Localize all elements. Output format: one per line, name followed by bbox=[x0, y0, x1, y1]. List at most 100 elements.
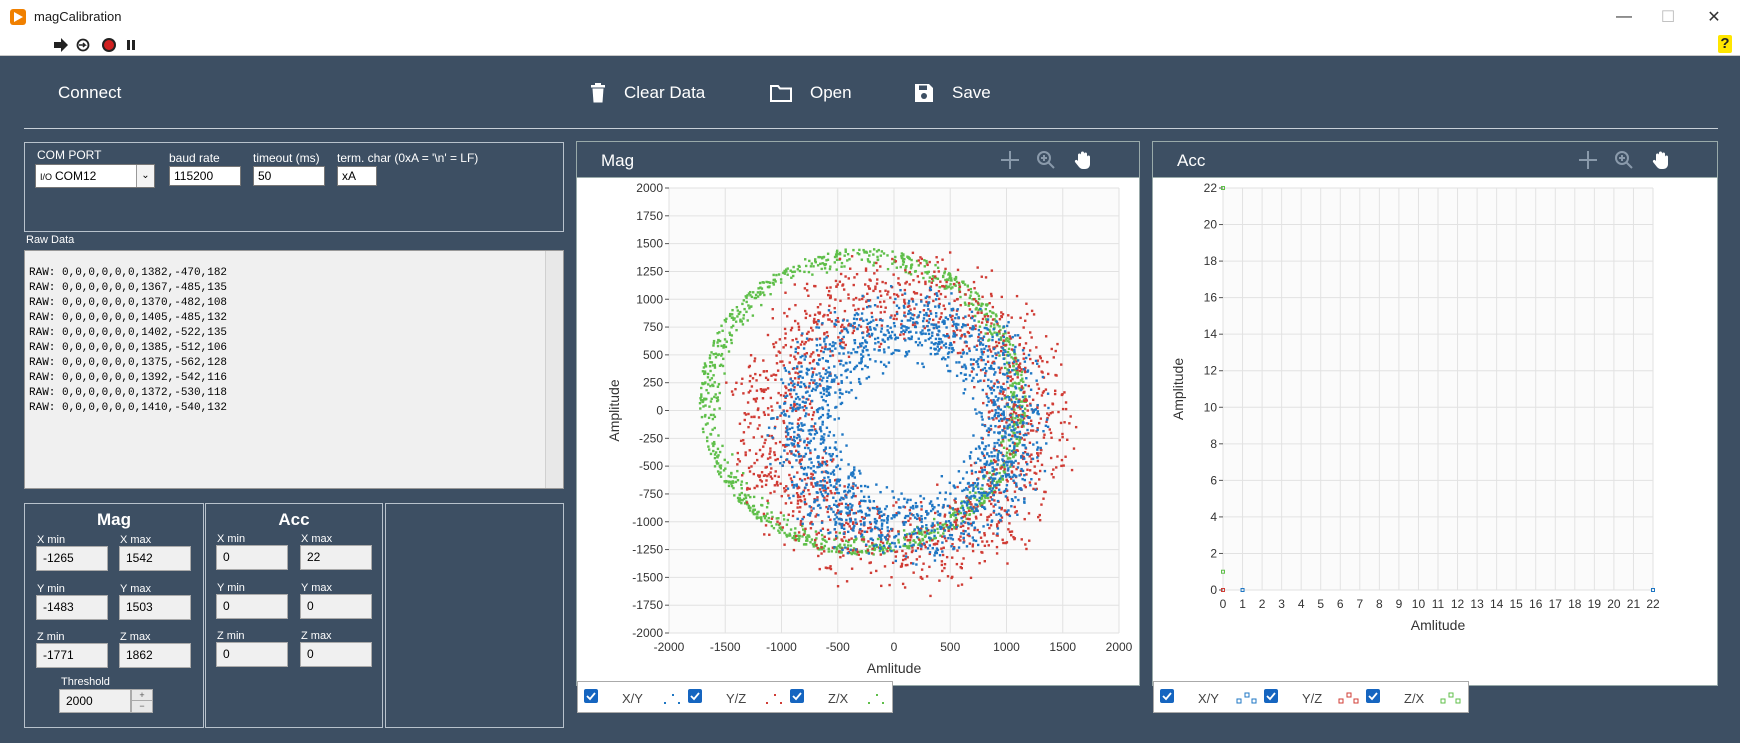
data-point bbox=[906, 319, 910, 322]
data-point bbox=[924, 510, 928, 513]
data-point bbox=[745, 300, 748, 304]
data-point bbox=[1020, 370, 1024, 374]
mag-ymax-input[interactable]: 1503 bbox=[119, 595, 191, 620]
run-arrow-icon[interactable] bbox=[52, 36, 70, 54]
data-point bbox=[981, 317, 985, 321]
zx-checkbox[interactable] bbox=[1366, 689, 1380, 703]
data-point bbox=[797, 362, 800, 365]
mag-zmin-input[interactable]: -1771 bbox=[36, 643, 108, 668]
data-point bbox=[1004, 541, 1007, 545]
connect-button[interactable]: Connect bbox=[58, 83, 121, 103]
maximize-button[interactable]: ☐ bbox=[1646, 0, 1690, 33]
data-point bbox=[813, 422, 817, 425]
data-point bbox=[717, 383, 721, 386]
data-point bbox=[821, 456, 824, 460]
yz-checkbox[interactable] bbox=[688, 689, 702, 703]
zoom-icon[interactable] bbox=[1035, 150, 1057, 170]
baud-rate-input[interactable]: 115200 bbox=[169, 166, 241, 186]
xy-checkbox[interactable] bbox=[584, 689, 598, 703]
data-point bbox=[782, 518, 786, 521]
acc-plot-area[interactable]: 0 1 2 3 4 5 6 7 8 9 10 11 12 13 14 15 16 17 18 19 20 21 222220… bbox=[1153, 178, 1717, 685]
minimize-button[interactable]: — bbox=[1602, 0, 1646, 33]
xy-checkbox[interactable] bbox=[1160, 689, 1174, 703]
data-point bbox=[972, 539, 975, 542]
data-point bbox=[987, 433, 990, 437]
raw-data-scrollbar[interactable] bbox=[545, 251, 563, 488]
yz-checkbox[interactable] bbox=[1264, 689, 1278, 703]
data-point bbox=[799, 343, 803, 346]
pan-hand-icon[interactable] bbox=[1072, 150, 1094, 170]
mag-zmax-input[interactable]: 1862 bbox=[119, 643, 191, 668]
data-point bbox=[945, 539, 948, 543]
crosshair-icon[interactable] bbox=[1577, 150, 1599, 170]
zoom-icon[interactable] bbox=[1613, 150, 1635, 170]
open-button[interactable]: Open bbox=[770, 83, 852, 103]
data-point bbox=[1007, 528, 1010, 531]
increment-icon[interactable]: + bbox=[132, 690, 152, 701]
data-point bbox=[846, 486, 850, 489]
data-point bbox=[864, 269, 868, 272]
mag-xmax-input[interactable]: 1542 bbox=[119, 546, 191, 571]
data-point bbox=[818, 503, 821, 507]
save-button[interactable]: Save bbox=[914, 83, 991, 103]
acc-zmin-input[interactable]: 0 bbox=[216, 642, 288, 667]
com-port-select[interactable]: I/O COM12 ⌄ bbox=[35, 164, 155, 188]
data-point bbox=[990, 380, 993, 383]
data-point bbox=[937, 333, 940, 337]
pan-hand-icon[interactable] bbox=[1650, 150, 1672, 170]
term-char-input[interactable]: xA bbox=[337, 166, 377, 186]
data-point bbox=[924, 546, 927, 549]
decrement-icon[interactable]: − bbox=[132, 701, 152, 712]
raw-data-textbox[interactable]: RAW: 0,0,0,0,0,0,1382,-470,182 RAW: 0,0,0… bbox=[24, 250, 564, 489]
mag-ymin-input[interactable]: -1483 bbox=[36, 595, 108, 620]
close-button[interactable]: ✕ bbox=[1692, 0, 1736, 33]
acc-ymin-input[interactable]: 0 bbox=[216, 594, 288, 619]
data-point bbox=[817, 513, 820, 517]
data-point bbox=[843, 543, 846, 547]
x-tick-label: 9 bbox=[1396, 597, 1403, 611]
data-point bbox=[920, 272, 924, 275]
data-point bbox=[992, 403, 995, 407]
timeout-input[interactable]: 50 bbox=[253, 166, 325, 186]
data-point bbox=[796, 268, 800, 271]
data-point bbox=[1036, 446, 1040, 449]
data-point bbox=[921, 539, 925, 542]
data-point bbox=[920, 344, 924, 347]
data-point bbox=[998, 371, 1002, 374]
data-point bbox=[975, 517, 978, 520]
data-point bbox=[912, 507, 915, 510]
data-point bbox=[1026, 463, 1029, 466]
run-continuously-icon[interactable] bbox=[74, 36, 92, 54]
zx-checkbox[interactable] bbox=[790, 689, 804, 703]
mag-xmin-input[interactable]: -1265 bbox=[36, 546, 108, 571]
data-point bbox=[708, 356, 712, 360]
clear-data-button[interactable]: Clear Data bbox=[590, 83, 705, 103]
abort-stop-icon[interactable] bbox=[100, 36, 118, 54]
threshold-stepper[interactable]: + − bbox=[131, 689, 153, 713]
data-point bbox=[951, 314, 954, 318]
data-point bbox=[997, 411, 1000, 415]
data-point bbox=[903, 543, 906, 546]
chevron-down-icon[interactable]: ⌄ bbox=[136, 165, 154, 187]
acc-xmax-input[interactable]: 22 bbox=[300, 545, 372, 570]
data-point bbox=[1044, 388, 1048, 391]
data-point bbox=[927, 337, 931, 341]
data-point bbox=[744, 453, 747, 457]
acc-ymax-input[interactable]: 0 bbox=[300, 594, 372, 619]
data-point bbox=[803, 478, 807, 481]
crosshair-icon[interactable] bbox=[999, 150, 1021, 170]
acc-zmax-input[interactable]: 0 bbox=[300, 642, 372, 667]
data-point bbox=[1051, 402, 1054, 405]
com-port-label: COM PORT bbox=[37, 148, 102, 162]
data-point bbox=[833, 365, 836, 368]
data-point bbox=[731, 453, 734, 456]
pause-icon[interactable] bbox=[122, 36, 140, 54]
threshold-input[interactable]: 2000 bbox=[59, 689, 131, 713]
data-point bbox=[847, 391, 851, 394]
data-point bbox=[841, 548, 844, 552]
data-point bbox=[769, 462, 772, 466]
help-icon[interactable]: ? bbox=[1718, 35, 1732, 53]
mag-plot-area[interactable]: -2000 -1500 -1000 -500 0 500 1000 1500 200020001… bbox=[577, 178, 1139, 685]
app-icon bbox=[10, 9, 26, 25]
acc-xmin-input[interactable]: 0 bbox=[216, 545, 288, 570]
